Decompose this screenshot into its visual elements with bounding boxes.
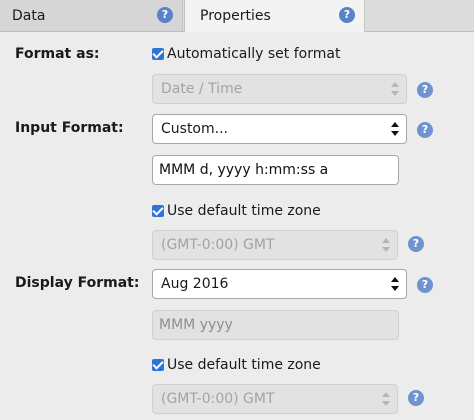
select-arrows-icon [391,277,399,291]
checkbox-checked-icon[interactable] [152,359,164,371]
display-format-pattern-field [152,310,399,340]
display-default-timezone-checkbox[interactable]: Use default time zone [152,357,321,373]
input-timezone-select-value: (GMT-0:00) GMT [161,237,275,253]
tab-properties[interactable]: Properties [184,0,365,32]
help-icon[interactable] [417,82,433,98]
input-format-select[interactable]: Custom... [152,114,407,144]
checkbox-checked-icon[interactable] [152,205,164,217]
format-as-label: Format as: [15,46,100,62]
tab-data-label: Data [12,7,46,24]
select-arrows-icon [391,122,399,136]
select-arrows-icon [382,392,390,406]
tab-data[interactable]: Data [0,0,183,31]
help-icon[interactable] [417,122,433,138]
display-timezone-select: (GMT-0:00) GMT [152,384,398,414]
help-icon[interactable] [157,7,173,23]
help-icon[interactable] [339,7,355,23]
display-format-label: Display Format: [15,275,140,291]
display-timezone-select-value: (GMT-0:00) GMT [161,391,275,407]
input-default-timezone-label: Use default time zone [167,203,321,219]
display-format-select-value: Aug 2016 [161,276,229,292]
tab-bar: Data Properties [0,0,474,32]
tab-properties-label: Properties [200,8,271,24]
input-format-select-value: Custom... [161,121,228,137]
format-type-select: Date / Time [152,74,407,104]
auto-format-checkbox-label: Automatically set format [167,46,341,62]
input-format-label: Input Format: [15,120,124,136]
help-icon[interactable] [408,236,424,252]
auto-format-checkbox[interactable]: Automatically set format [152,46,340,62]
input-default-timezone-checkbox[interactable]: Use default time zone [152,203,321,219]
checkbox-checked-icon[interactable] [152,48,164,60]
display-default-timezone-label: Use default time zone [167,357,321,373]
select-arrows-icon [382,238,390,252]
help-icon[interactable] [408,390,424,406]
help-icon[interactable] [417,277,433,293]
input-timezone-select: (GMT-0:00) GMT [152,230,398,260]
input-format-pattern-field[interactable] [152,155,399,185]
format-type-select-value: Date / Time [161,81,243,97]
select-arrows-icon [391,82,399,96]
display-format-select[interactable]: Aug 2016 [152,269,407,299]
